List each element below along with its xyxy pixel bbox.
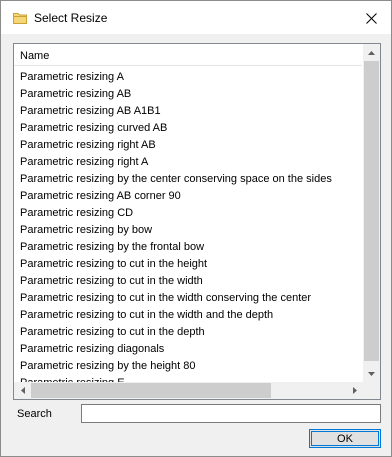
chevron-left-icon bbox=[20, 387, 25, 394]
list-item[interactable]: Parametric resizing by the height 80 bbox=[20, 358, 360, 375]
list-item[interactable]: Parametric resizing CD bbox=[20, 205, 360, 222]
scroll-right-button[interactable] bbox=[346, 382, 363, 399]
list-item[interactable]: Parametric resizing to cut in the height bbox=[20, 256, 360, 273]
list-item[interactable]: Parametric resizing to cut in the width … bbox=[20, 290, 360, 307]
list-item[interactable]: Parametric resizing diagonals bbox=[20, 341, 360, 358]
list-item[interactable]: Parametric resizing AB bbox=[20, 86, 360, 103]
title-bar: Select Resize bbox=[1, 1, 391, 34]
horizontal-scrollbar[interactable] bbox=[14, 382, 363, 399]
list-item[interactable]: Parametric resizing by the center conser… bbox=[20, 171, 360, 188]
column-header-name[interactable]: Name bbox=[20, 50, 49, 62]
horizontal-scroll-thumb[interactable] bbox=[31, 383, 271, 398]
list-item[interactable]: Parametric resizing right A bbox=[20, 154, 360, 171]
list-item[interactable]: Parametric resizing to cut in the width … bbox=[20, 307, 360, 324]
search-input[interactable] bbox=[81, 404, 381, 423]
list-item[interactable]: Parametric resizing to cut in the width bbox=[20, 273, 360, 290]
chevron-up-icon bbox=[368, 50, 375, 55]
scroll-left-button[interactable] bbox=[14, 382, 31, 399]
close-button[interactable] bbox=[357, 4, 385, 32]
ok-button[interactable]: OK bbox=[309, 429, 381, 448]
list-item[interactable]: Parametric resizing by bow bbox=[20, 222, 360, 239]
ok-focus-ring bbox=[311, 431, 379, 446]
scroll-down-button[interactable] bbox=[363, 365, 380, 382]
vertical-scroll-thumb[interactable] bbox=[364, 61, 379, 361]
chevron-down-icon bbox=[368, 371, 375, 376]
scroll-up-button[interactable] bbox=[363, 44, 380, 61]
list-item[interactable]: Parametric resizing curved AB bbox=[20, 120, 360, 137]
select-resize-dialog: Select Resize Name Parametric resizing A… bbox=[0, 0, 392, 457]
list-item[interactable]: Parametric resizing AB corner 90 bbox=[20, 188, 360, 205]
list-item[interactable]: Parametric resizing A bbox=[20, 69, 360, 86]
window-title: Select Resize bbox=[34, 11, 108, 25]
list-item[interactable]: Parametric resizing right AB bbox=[20, 137, 360, 154]
scrollbar-corner bbox=[363, 382, 380, 399]
search-label: Search bbox=[17, 408, 52, 420]
list-rows: Parametric resizing A Parametric resizing… bbox=[20, 69, 360, 392]
header-divider bbox=[14, 65, 362, 66]
list-item[interactable]: Parametric resizing by the frontal bow bbox=[20, 239, 360, 256]
chevron-right-icon bbox=[352, 387, 357, 394]
resize-list[interactable]: Name Parametric resizing A Parametric res… bbox=[13, 43, 381, 400]
close-icon bbox=[365, 12, 377, 24]
folder-icon bbox=[13, 13, 27, 24]
list-item[interactable]: Parametric resizing to cut in the depth bbox=[20, 324, 360, 341]
list-item[interactable]: Parametric resizing AB A1B1 bbox=[20, 103, 360, 120]
vertical-scrollbar[interactable] bbox=[363, 44, 380, 382]
